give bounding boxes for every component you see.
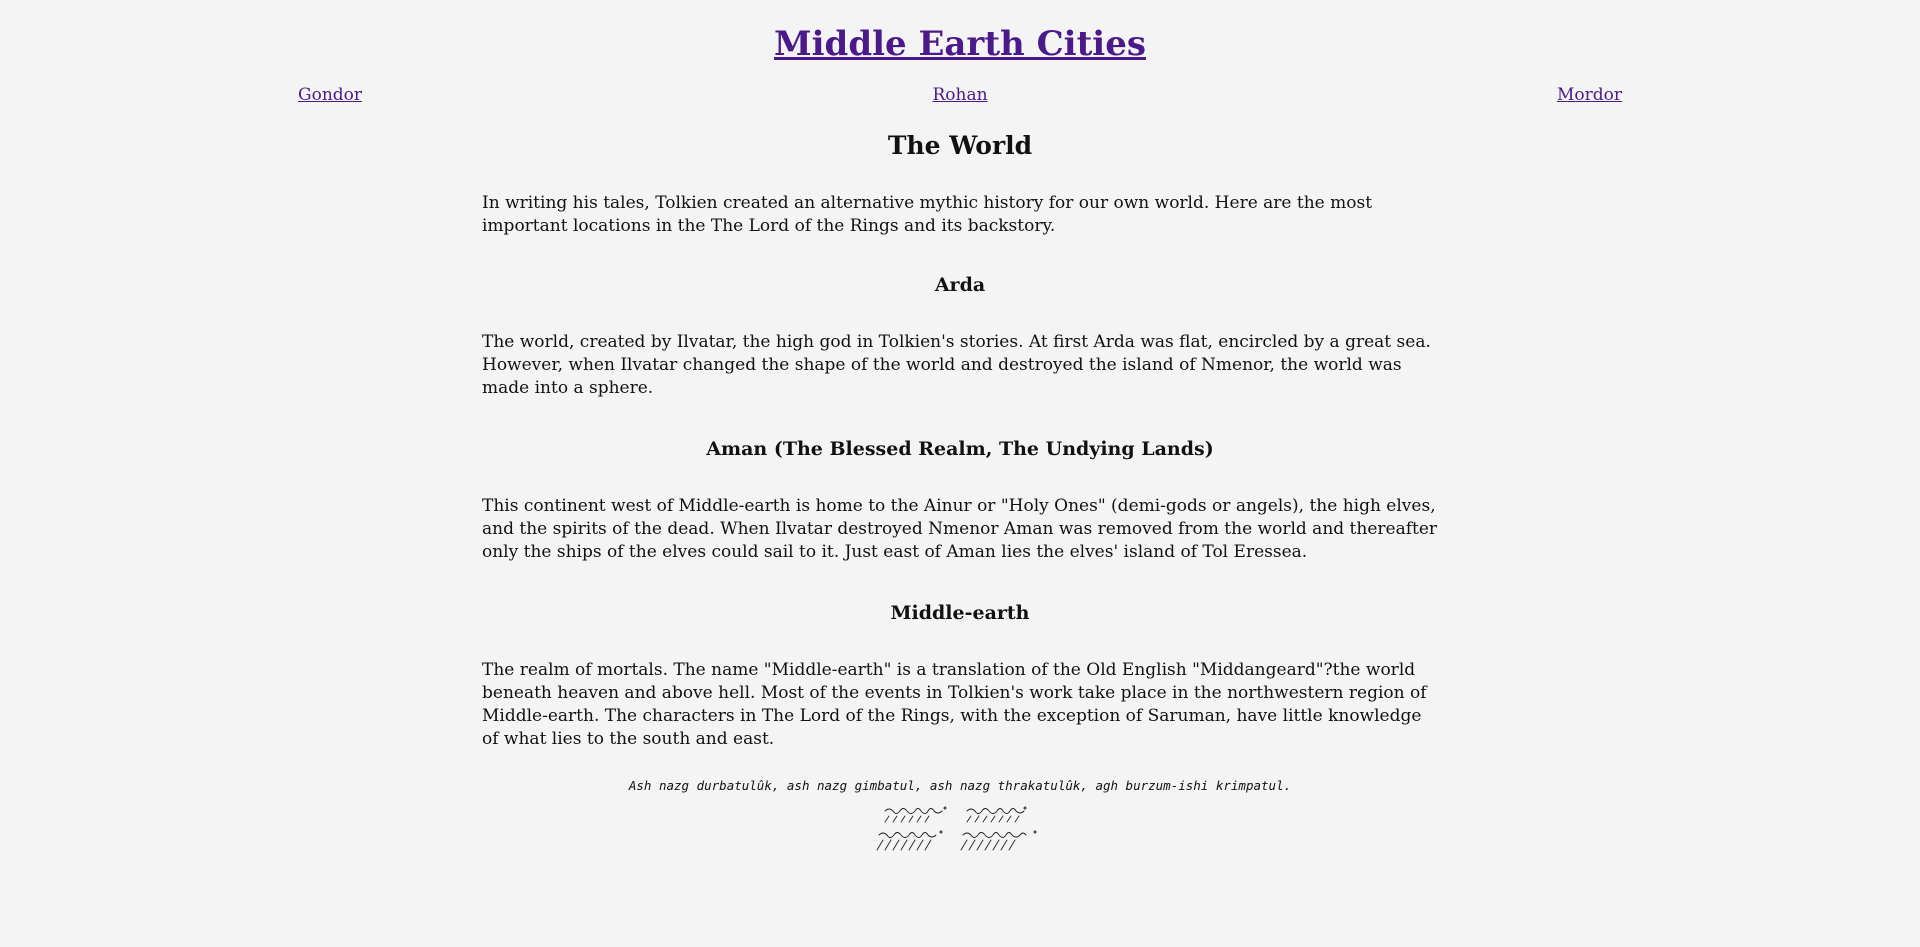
section-title-middle-earth: Middle-earth [890, 602, 1030, 624]
intro-paragraph: In writing his tales, Tolkien created an… [482, 193, 1373, 236]
nav-link-rohan[interactable]: Rohan [932, 85, 987, 105]
section-title-arda: Arda [934, 274, 986, 296]
main-content: The World In writing his tales, Tolkien … [482, 129, 1438, 853]
nav-link-gondor[interactable]: Gondor [298, 85, 362, 105]
section-title-aman: Aman (The Blessed Realm, The Undying Lan… [706, 438, 1214, 460]
page-heading: The World [887, 131, 1033, 160]
nav-link-mordor[interactable]: Mordor [1557, 85, 1622, 105]
top-nav: Gondor Rohan Mordor [0, 85, 1920, 115]
tengwar-inscription-icon [876, 806, 1037, 851]
ring-inscription-quote: Ash nazg durbatulûk, ash nazg gimbatul, … [628, 778, 1292, 793]
site-title: Middle Earth Cities [0, 0, 1920, 66]
section-text-middle-earth: The realm of mortals. The name "Middle-e… [482, 660, 1427, 749]
section-text-arda: The world, created by Ilvatar, the high … [482, 332, 1431, 398]
site-title-link[interactable]: Middle Earth Cities [774, 24, 1146, 64]
section-text-aman: This continent west of Middle-earth is h… [482, 496, 1438, 562]
page: Middle Earth Cities Gondor Rohan Mordor … [0, 0, 1920, 947]
